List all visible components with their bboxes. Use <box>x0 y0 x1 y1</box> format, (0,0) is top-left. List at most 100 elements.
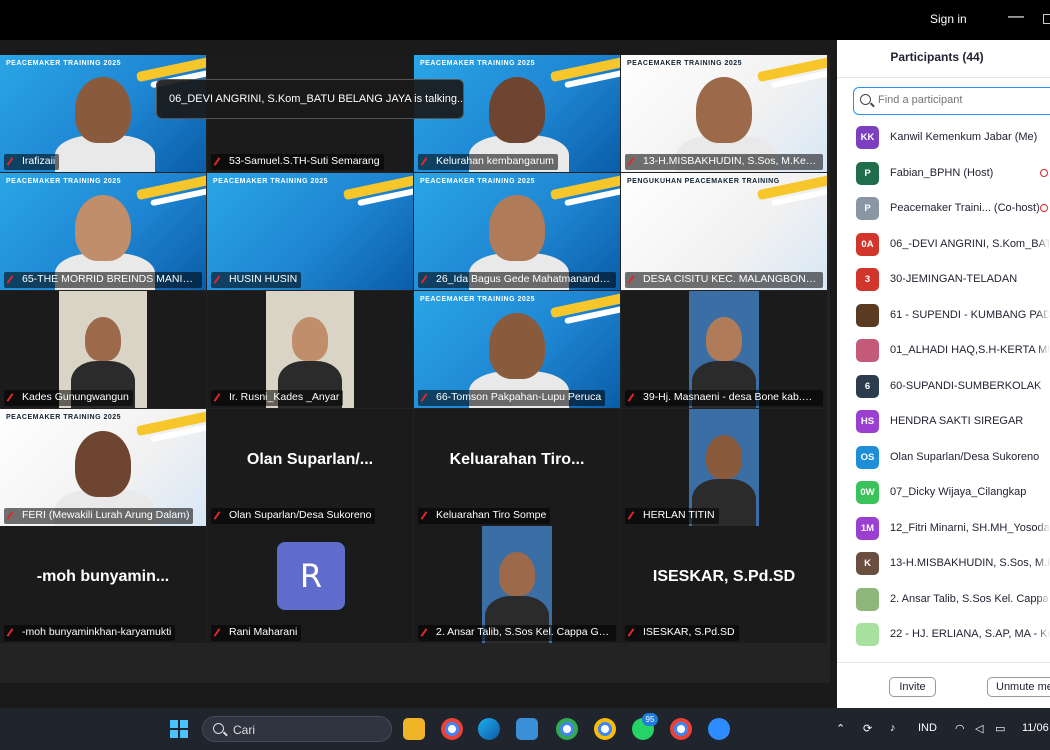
wifi-icon[interactable]: ◠ <box>955 722 965 735</box>
windows-taskbar: Cari 95 ⌃ ⟳ ♪ IND ◠ ◁ ▭ 11/06 <box>0 708 1050 750</box>
participant-name-label: 65-THE MORRID BREINDS MANIK SE... <box>4 272 202 288</box>
participant-row[interactable]: 0A 06_-DEVI ANGRINI, S.Kom_BATU... <box>837 226 1050 262</box>
participant-name: Olan Suparlan/Desa Sukoreno <box>890 450 1040 463</box>
video-tile[interactable]: Keluarahan Tiro... Keluarahan Tiro Sompe <box>414 409 620 526</box>
slide-header: PEACEMAKER TRAINING 2025 <box>6 178 122 185</box>
text-fade <box>1037 368 1050 404</box>
participant-row[interactable]: P Peacemaker Traini... (Co-host) <box>837 191 1050 226</box>
participant-avatar <box>856 339 879 362</box>
panel-footer: Invite Unmute me <box>837 662 1050 708</box>
participant-face <box>75 77 131 143</box>
participant-name-label: Olan Suparlan/Desa Sukoreno <box>211 508 376 524</box>
participant-name-label: 2. Ansar Talib, S.Sos Kel. Cappa Galung <box>418 625 616 641</box>
slide-header: PEACEMAKER TRAINING 2025 <box>6 414 122 421</box>
chrome-profile-icon[interactable] <box>670 718 692 740</box>
participant-row[interactable]: HS HENDRA SAKTI SIREGAR <box>837 404 1050 439</box>
maximize-button[interactable] <box>1043 14 1050 24</box>
participant-name: Peacemaker Traini... (Co-host) <box>890 202 1040 214</box>
participant-name-label: DESA CISITU KEC. MALANGBONG AS... <box>625 272 823 288</box>
sign-in-link[interactable]: Sign in <box>930 12 967 26</box>
participant-row[interactable]: 0W 07_Dicky Wijaya_Cilangkap <box>837 475 1050 510</box>
participant-row[interactable]: KK Kanwil Kemenkum Jabar (Me) <box>837 120 1050 155</box>
slide-header: PEACEMAKER TRAINING 2025 <box>627 60 743 67</box>
participant-avatar <box>856 587 879 611</box>
taskbar-search-text: Cari <box>233 723 256 737</box>
video-tile[interactable]: PEACEMAKER TRAINING 2025 HUSIN HUSIN <box>207 173 413 290</box>
video-tile[interactable]: PEACEMAKER TRAINING 2025 26_Ida Bagus Ged… <box>414 173 620 290</box>
video-tile[interactable]: PEACEMAKER TRAINING 2025 65-THE MORRID BR… <box>0 173 206 290</box>
participant-face <box>489 313 545 379</box>
chrome-profile-icon[interactable] <box>556 718 578 740</box>
participant-row[interactable]: K 13-H.MISBAKHUDIN, S.Sos, M.Ke... <box>837 546 1050 581</box>
volume-icon[interactable]: ◁ <box>975 722 983 735</box>
invite-button[interactable]: Invite <box>889 677 936 697</box>
participant-name: 60-SUPANDI-SUMBERKOLAK <box>890 379 1042 392</box>
participant-name-label: 26_Ida Bagus Gede Mahatmananda ... <box>418 272 616 288</box>
participant-name-label: 66-Tomson Pakpahan-Lupu Peruca <box>418 390 606 406</box>
participant-name-label: 39-Hj. Masnaeni - desa Bone kab.Go... <box>625 390 823 406</box>
text-fade <box>1037 120 1050 155</box>
participant-row[interactable]: 3 30-JEMINGAN-TELADAN <box>837 262 1050 297</box>
video-tile[interactable]: Ir. Rusni_Kades _Anyar <box>207 291 413 408</box>
chevron-up-icon[interactable]: ⌃ <box>836 722 845 735</box>
participant-search[interactable] <box>853 87 1050 115</box>
file-explorer-icon[interactable] <box>403 718 425 740</box>
video-tile[interactable]: 39-Hj. Masnaeni - desa Bone kab.Go... <box>621 291 827 408</box>
video-tile[interactable]: PENGUKUHAN PEACEMAKER TRAINING DESA CISIT… <box>621 173 827 290</box>
divider <box>837 77 1050 78</box>
slide-header: PEACEMAKER TRAINING 2025 <box>6 60 122 67</box>
video-tile[interactable]: PEACEMAKER TRAINING 2025 66-Tomson Pakpah… <box>414 291 620 408</box>
participant-row[interactable]: 01_ALHADI HAQ,S.H-KERTA MUL... <box>837 333 1050 368</box>
battery-icon[interactable]: ▭ <box>995 722 1005 735</box>
participant-row[interactable]: 1M 12_Fitri Minarni, SH.MH_Yosodadi <box>837 510 1050 546</box>
video-tile[interactable]: ISESKAR, S.Pd.SD ISESKAR, S.Pd.SD <box>621 526 827 643</box>
participant-name: Fabian_BPHN (Host) <box>890 166 994 179</box>
video-tile[interactable]: 2. Ansar Talib, S.Sos Kel. Cappa Galung <box>414 526 620 643</box>
participant-avatar <box>856 623 879 646</box>
unmute-me-button[interactable]: Unmute me <box>987 677 1050 697</box>
participant-row[interactable]: 6 60-SUPANDI-SUMBERKOLAK <box>837 368 1050 404</box>
participants-title: Participants (44) <box>890 50 984 64</box>
clock-date[interactable]: 11/06 <box>1022 722 1049 734</box>
video-tile[interactable]: Olan Suparlan/... Olan Suparlan/Desa Suko… <box>207 409 413 526</box>
sync-icon[interactable]: ⟳ <box>863 722 872 735</box>
participant-avatar: P <box>856 197 879 220</box>
participant-row[interactable]: P Fabian_BPHN (Host) <box>837 155 1050 191</box>
edge-icon[interactable] <box>478 718 500 740</box>
zoom-icon[interactable] <box>708 718 730 740</box>
participant-face <box>696 77 752 143</box>
chrome-profile-icon[interactable] <box>594 718 616 740</box>
participant-face <box>75 195 131 261</box>
windows-start-icon[interactable] <box>170 720 188 738</box>
video-tile[interactable]: PEACEMAKER TRAINING 2025 FERI (Mewakili L… <box>0 409 206 526</box>
participant-display-name: ISESKAR, S.Pd.SD <box>652 568 796 585</box>
minimize-button[interactable]: — <box>1008 8 1024 26</box>
participant-list[interactable]: KK Kanwil Kemenkum Jabar (Me) P Fabian_BPHN… <box>837 120 1050 660</box>
video-tile[interactable]: R Rani Maharani <box>207 526 413 643</box>
participant-name-label: -moh bunyaminkhan-karyamukti <box>4 625 176 641</box>
microphone-icon[interactable]: ♪ <box>890 722 896 734</box>
language-indicator[interactable]: IND <box>918 722 937 734</box>
store-icon[interactable] <box>516 718 538 740</box>
video-tile[interactable]: Kades Gunungwangun <box>0 291 206 408</box>
participant-name-label: Rani Maharani <box>211 625 302 641</box>
participant-row[interactable]: OS Olan Suparlan/Desa Sukoreno <box>837 439 1050 475</box>
text-fade <box>1037 581 1050 617</box>
notification-badge: 95 <box>642 713 658 726</box>
participant-search-input[interactable] <box>878 94 1050 106</box>
participant-avatar: K <box>856 552 879 575</box>
search-icon <box>860 94 871 105</box>
participant-row[interactable]: 2. Ansar Talib, S.Sos Kel. Cappa G... <box>837 581 1050 617</box>
video-tile[interactable]: PEACEMAKER TRAINING 2025 13-H.MISBAKHUDIN… <box>621 55 827 172</box>
text-fade <box>1037 262 1050 297</box>
video-tile[interactable]: HERLAN TITIN <box>621 409 827 526</box>
recording-icon <box>1040 168 1048 177</box>
chrome-icon[interactable] <box>441 718 463 740</box>
taskbar-search[interactable]: Cari <box>202 716 392 742</box>
gallery-view: PEACEMAKER TRAINING 2025 Irafizaii 53-Samu… <box>0 55 830 683</box>
participant-row[interactable]: 61 - SUPENDI - KUMBANG PADA... <box>837 297 1050 333</box>
participant-row[interactable]: 22 - HJ. ERLIANA, S.AP, MA - Kel... <box>837 617 1050 652</box>
participant-face <box>292 317 328 361</box>
participant-name: 22 - HJ. ERLIANA, S.AP, MA - Kel... <box>890 628 1050 640</box>
video-tile[interactable]: -moh bunyamin... -moh bunyaminkhan-karyam… <box>0 526 206 643</box>
